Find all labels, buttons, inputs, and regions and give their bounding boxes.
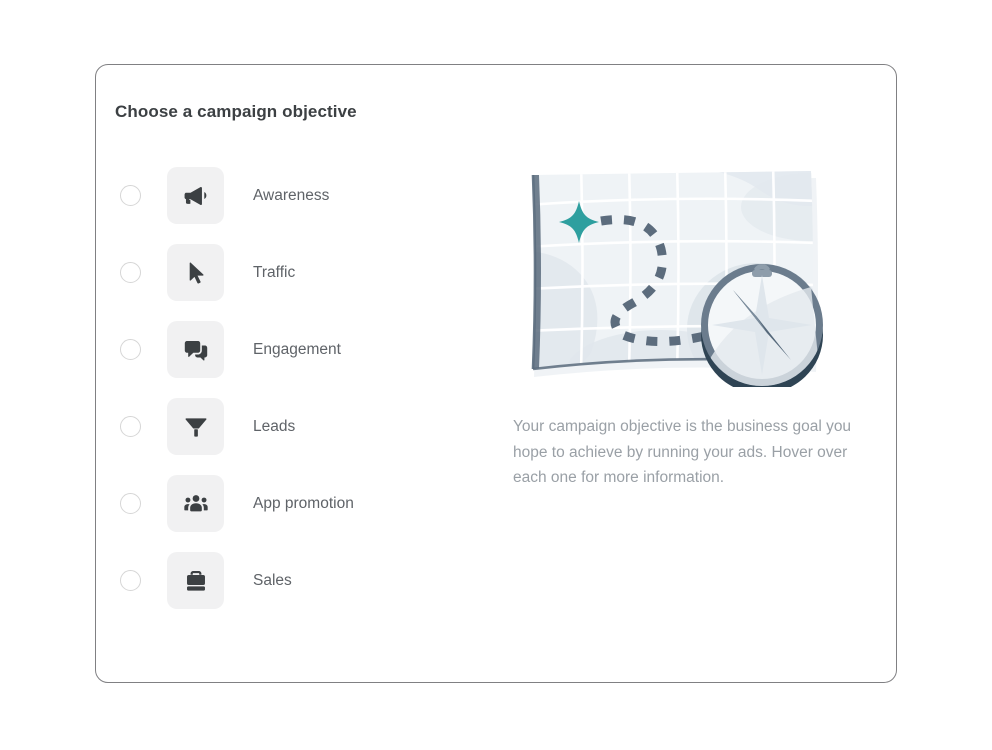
objective-label: Awareness: [253, 186, 330, 204]
briefcase-icon: [182, 567, 210, 595]
objective-label: Engagement: [253, 340, 341, 358]
objective-icon-tile: [167, 398, 224, 455]
objective-label: Leads: [253, 417, 296, 435]
radio-sales[interactable]: [120, 570, 141, 591]
campaign-objective-card: Choose a campaign objective Awareness Tr…: [95, 64, 897, 683]
objective-icon-tile: [167, 552, 224, 609]
objective-label: App promotion: [253, 494, 354, 512]
objective-label: Traffic: [253, 263, 296, 281]
objective-info-panel: Your campaign objective is the business …: [506, 157, 881, 491]
cursor-arrow-icon: [182, 259, 210, 287]
objective-row-app-promotion[interactable]: App promotion: [113, 465, 493, 542]
objective-list: Awareness Traffic Engagement Leads App p…: [113, 157, 493, 619]
map-and-compass-illustration: [511, 157, 841, 387]
people-group-icon: [182, 490, 210, 518]
chat-bubbles-icon: [182, 336, 210, 364]
page-title: Choose a campaign objective: [115, 102, 357, 121]
objective-row-engagement[interactable]: Engagement: [113, 311, 493, 388]
megaphone-icon: [182, 182, 210, 210]
objective-icon-tile: [167, 321, 224, 378]
objective-row-leads[interactable]: Leads: [113, 388, 493, 465]
objective-row-sales[interactable]: Sales: [113, 542, 493, 619]
objective-icon-tile: [167, 244, 224, 301]
objective-row-awareness[interactable]: Awareness: [113, 157, 493, 234]
radio-engagement[interactable]: [120, 339, 141, 360]
objective-row-traffic[interactable]: Traffic: [113, 234, 493, 311]
radio-traffic[interactable]: [120, 262, 141, 283]
objective-description: Your campaign objective is the business …: [513, 418, 852, 486]
objective-icon-tile: [167, 167, 224, 224]
objective-icon-tile: [167, 475, 224, 532]
radio-leads[interactable]: [120, 416, 141, 437]
radio-awareness[interactable]: [120, 185, 141, 206]
funnel-filter-icon: [182, 413, 210, 441]
objective-label: Sales: [253, 571, 292, 589]
radio-app-promotion[interactable]: [120, 493, 141, 514]
